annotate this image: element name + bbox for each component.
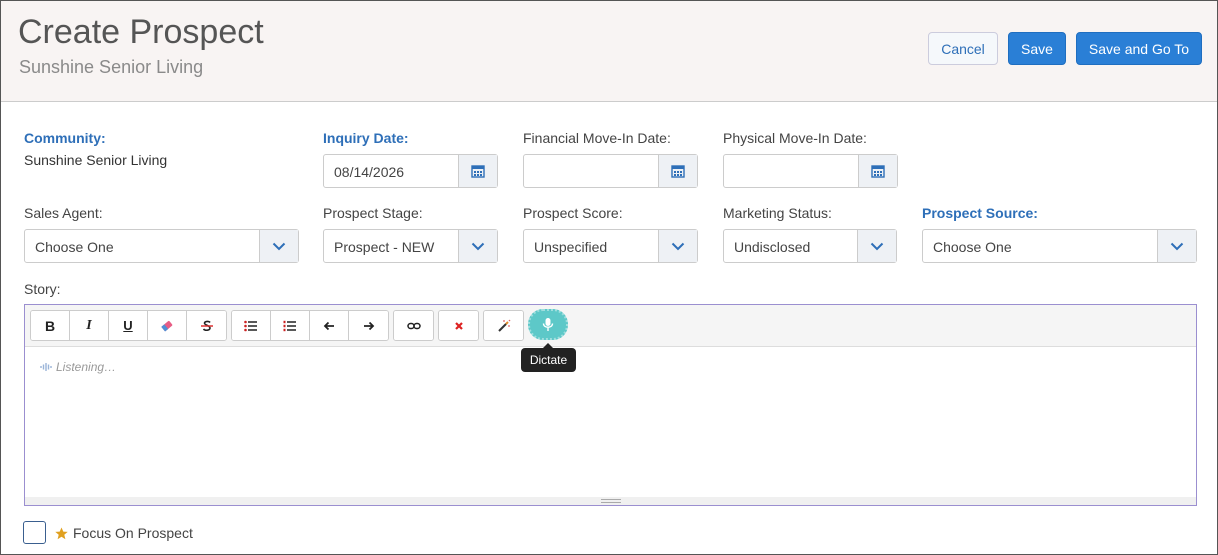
save-button[interactable]: Save	[1008, 32, 1066, 65]
sales-agent-label: Sales Agent:	[24, 205, 103, 221]
listening-text: Listening…	[56, 360, 117, 374]
clear-group	[438, 310, 479, 341]
story-label: Story:	[24, 281, 61, 297]
arrow-left-icon	[323, 321, 334, 330]
prospect-source-label: Prospect Source:	[922, 205, 1038, 221]
prospect-stage-label: Prospect Stage:	[323, 205, 423, 221]
prospect-score-select[interactable]: Unspecified	[523, 229, 698, 263]
create-prospect-window: Create Prospect Sunshine Senior Living C…	[0, 0, 1218, 555]
chevron-down-icon[interactable]	[658, 230, 697, 262]
inquiry-date-value[interactable]: 08/14/2026	[334, 164, 404, 180]
prospect-score-label: Prospect Score:	[523, 205, 623, 221]
magic-wand-icon	[497, 319, 510, 332]
link-group	[393, 310, 434, 341]
chevron-down-icon[interactable]	[259, 230, 298, 262]
sales-agent-value[interactable]: Choose One	[35, 239, 114, 255]
story-editor: B I U Dictate Listening…	[24, 304, 1197, 506]
focus-checkbox[interactable]	[23, 521, 46, 544]
community-value: Sunshine Senior Living	[24, 152, 168, 168]
numbered-list-button[interactable]	[271, 311, 310, 340]
underline-icon: U	[123, 318, 133, 333]
prospect-source-select[interactable]: Choose One	[922, 229, 1197, 263]
indent-button[interactable]	[349, 311, 388, 340]
inquiry-date-field[interactable]: 08/14/2026	[323, 154, 498, 188]
dictate-tooltip: Dictate	[521, 343, 576, 372]
dictate-button[interactable]	[528, 309, 568, 340]
page-header: Create Prospect Sunshine Senior Living C…	[1, 1, 1217, 102]
prospect-stage-value[interactable]: Prospect - NEW	[334, 239, 434, 255]
bold-button[interactable]: B	[31, 311, 70, 340]
bulleted-list-button[interactable]	[232, 311, 271, 340]
link-button[interactable]	[394, 311, 433, 340]
page-subtitle: Sunshine Senior Living	[19, 57, 204, 77]
financial-move-in-label: Financial Move-In Date:	[523, 130, 671, 146]
bold-icon: B	[44, 317, 56, 334]
sales-agent-select[interactable]: Choose One	[24, 229, 299, 263]
editor-toolbar: B I U Dictate	[25, 305, 1196, 372]
marketing-status-value[interactable]: Undisclosed	[734, 239, 810, 255]
physical-move-in-label: Physical Move-In Date:	[723, 130, 867, 146]
format-group: B I U	[30, 310, 227, 341]
numbered-list-icon	[283, 320, 296, 331]
grip-icon	[600, 499, 621, 503]
inquiry-date-label: Inquiry Date:	[323, 130, 409, 146]
chevron-down-icon[interactable]	[1157, 230, 1196, 262]
link-icon	[406, 322, 421, 329]
italic-icon: I	[86, 317, 92, 333]
list-group	[231, 310, 389, 341]
editor-resize-handle[interactable]	[25, 497, 1196, 505]
arrow-right-icon	[363, 321, 374, 330]
chevron-down-icon[interactable]	[857, 230, 896, 262]
outdent-button[interactable]	[310, 311, 349, 340]
close-icon	[454, 321, 463, 330]
focus-label-text: Focus On Prospect	[73, 525, 193, 541]
prospect-source-value[interactable]: Choose One	[933, 239, 1012, 255]
eraser-button[interactable]	[148, 311, 187, 340]
calendar-icon[interactable]	[458, 155, 497, 187]
prospect-score-value[interactable]: Unspecified	[534, 239, 607, 255]
star-icon	[55, 527, 68, 539]
save-and-go-to-button[interactable]: Save and Go To	[1076, 32, 1202, 65]
cancel-button[interactable]: Cancel	[928, 32, 998, 65]
magic-wand-button[interactable]	[484, 311, 523, 340]
eraser-icon	[161, 320, 173, 332]
calendar-icon[interactable]	[858, 155, 897, 187]
strikethrough-button[interactable]	[187, 311, 226, 340]
microphone-icon	[542, 318, 554, 331]
italic-button[interactable]: I	[70, 311, 109, 340]
prospect-stage-select[interactable]: Prospect - NEW	[323, 229, 498, 263]
focus-label: Focus On Prospect	[55, 525, 193, 541]
magic-group	[483, 310, 524, 341]
calendar-icon[interactable]	[658, 155, 697, 187]
bulleted-list-icon	[244, 320, 257, 331]
marketing-status-select[interactable]: Undisclosed	[723, 229, 897, 263]
underline-button[interactable]: U	[109, 311, 148, 340]
physical-move-in-field[interactable]	[723, 154, 898, 188]
page-title: Create Prospect	[18, 13, 264, 51]
remove-button[interactable]	[439, 311, 478, 340]
financial-move-in-field[interactable]	[523, 154, 698, 188]
chevron-down-icon[interactable]	[458, 230, 497, 262]
story-text-area[interactable]: Listening…	[25, 347, 1196, 497]
strikethrough-icon	[200, 320, 213, 331]
audio-wave-icon	[40, 363, 52, 371]
marketing-status-label: Marketing Status:	[723, 205, 832, 221]
community-label: Community:	[24, 130, 106, 146]
listening-indicator: Listening…	[40, 360, 116, 374]
